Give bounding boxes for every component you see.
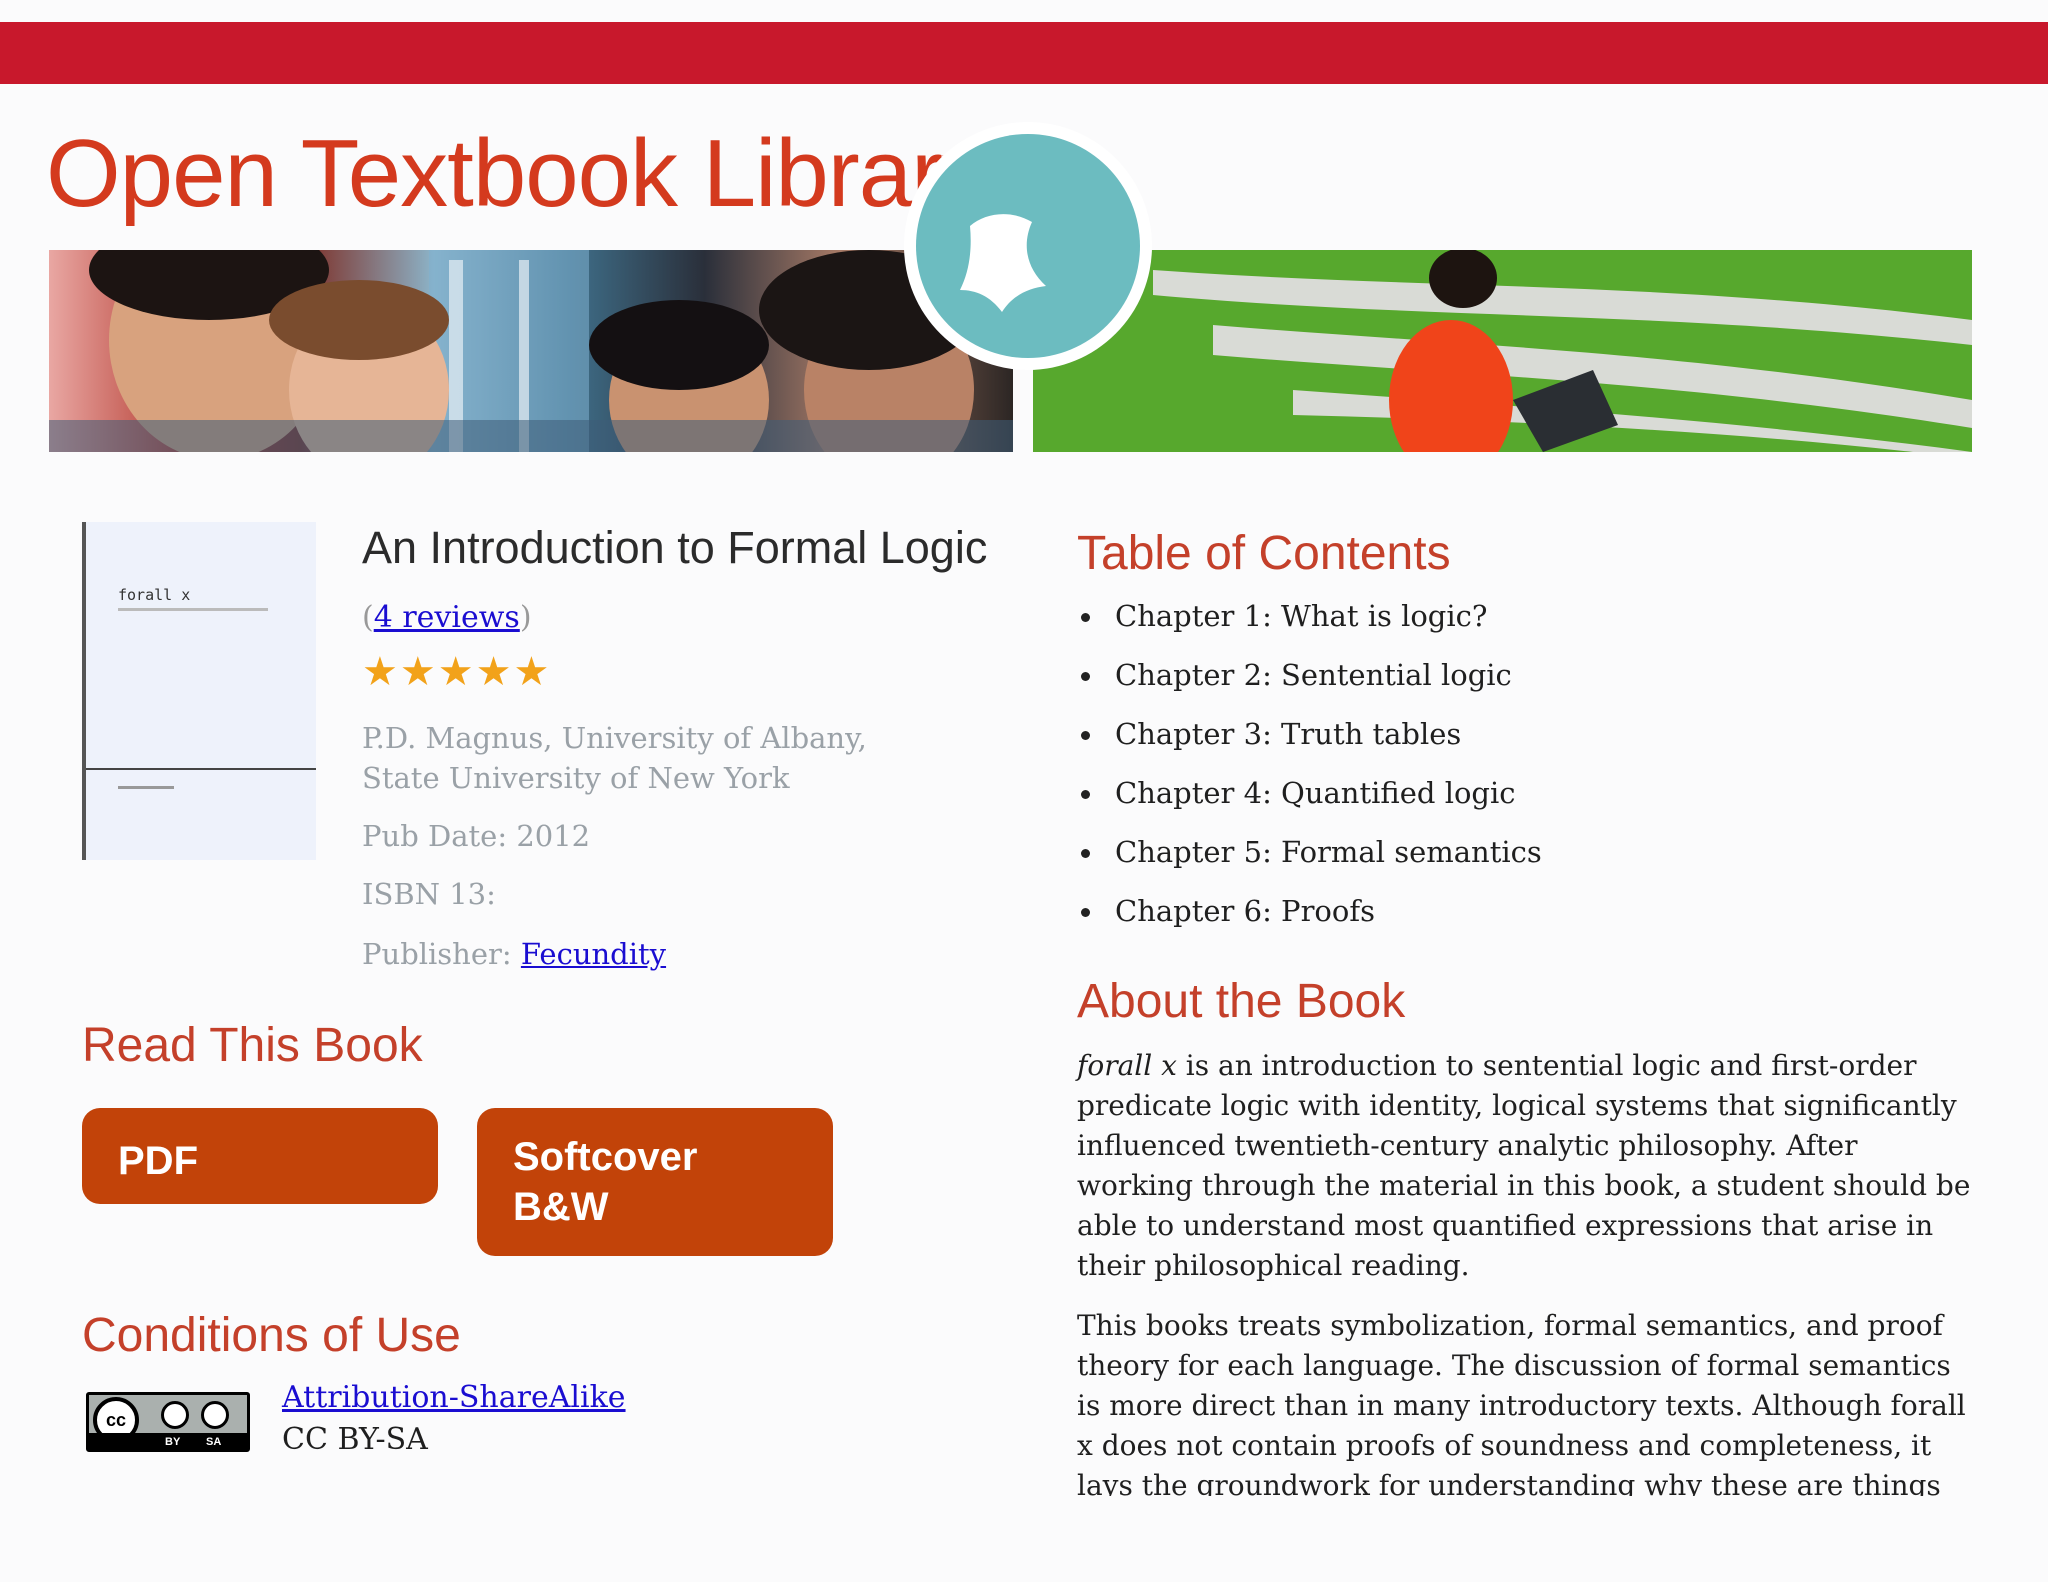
reviews-paren-open: ( [362,600,374,635]
toc-heading: Table of Contents [1077,527,1451,580]
page-fold-clip [1060,1496,2020,1582]
star-icon: ★ [399,649,436,695]
toc-item-chapter-3: Chapter 3: Truth tables [1077,714,1542,773]
share-alike-icon [201,1401,229,1429]
cover-subtitle-line [118,608,268,611]
by-person-icon [161,1401,189,1429]
star-icon: ★ [362,649,398,695]
publisher: Publisher: Fecundity [362,934,666,974]
reviews-paren-close: ) [519,600,532,635]
cover-divider [86,768,316,770]
star-icon: ★ [437,649,474,695]
publisher-label: Publisher: [362,937,512,971]
top-red-bar [0,22,2048,84]
conditions-of-use-heading: Conditions of Use [82,1309,461,1362]
publisher-link[interactable]: Fecundity [521,937,666,971]
cover-title: forall x [118,586,191,604]
badge-by-text: BY [165,1436,181,1448]
banner-photo-students [49,250,1013,452]
pub-date: Pub Date: 2012 [362,819,591,853]
cc-by-sa-badge[interactable]: cc BY SA [86,1392,250,1452]
toc-list: Chapter 1: What is logic? Chapter 2: Sen… [1077,596,1542,950]
book-title: An Introduction to Formal Logic [362,522,988,573]
rating-stars: ★ ★ ★ ★ ★ [362,652,549,692]
open-textbook-library-logo[interactable] [900,118,1156,374]
star-icon: ★ [513,649,550,695]
toc-item-chapter-5: Chapter 5: Formal semantics [1077,832,1542,891]
reviews-count: (4 reviews) [362,600,532,635]
about-paragraph-1-text: is an introduction to sentential logic a… [1077,1049,1971,1282]
toc-item-chapter-2: Chapter 2: Sentential logic [1077,655,1542,714]
book-cover[interactable]: forall x [82,522,316,860]
read-this-book-heading: Read This Book [82,1019,423,1072]
toc-item-chapter-4: Chapter 4: Quantified logic [1077,773,1542,832]
banner-photo-lawn [1033,250,1972,452]
isbn: ISBN 13: [362,877,496,911]
pdf-button[interactable]: PDF [82,1108,438,1204]
site-title[interactable]: Open Textbook Library [46,126,990,222]
cover-author-line [118,786,174,789]
license-link[interactable]: Attribution-ShareAlike [282,1380,626,1415]
badge-sa-text: SA [206,1436,222,1448]
reviews-link[interactable]: 4 reviews [374,600,520,635]
book-authors: P.D. Magnus, University of Albany, State… [362,721,867,795]
softcover-button[interactable]: Softcover B&W [477,1108,833,1256]
star-icon: ★ [475,649,512,695]
toc-item-chapter-6: Chapter 6: Proofs [1077,891,1542,950]
toc-item-chapter-1: Chapter 1: What is logic? [1077,596,1542,655]
about-heading: About the Book [1077,975,1406,1028]
banner-students-illustration [49,250,1013,452]
license-code: CC BY-SA [282,1422,428,1457]
about-book-name: forall x [1077,1049,1177,1082]
banner-lawn-illustration [1033,250,1972,452]
about-paragraph-1: forall x is an introduction to sententia… [1077,1046,1977,1286]
